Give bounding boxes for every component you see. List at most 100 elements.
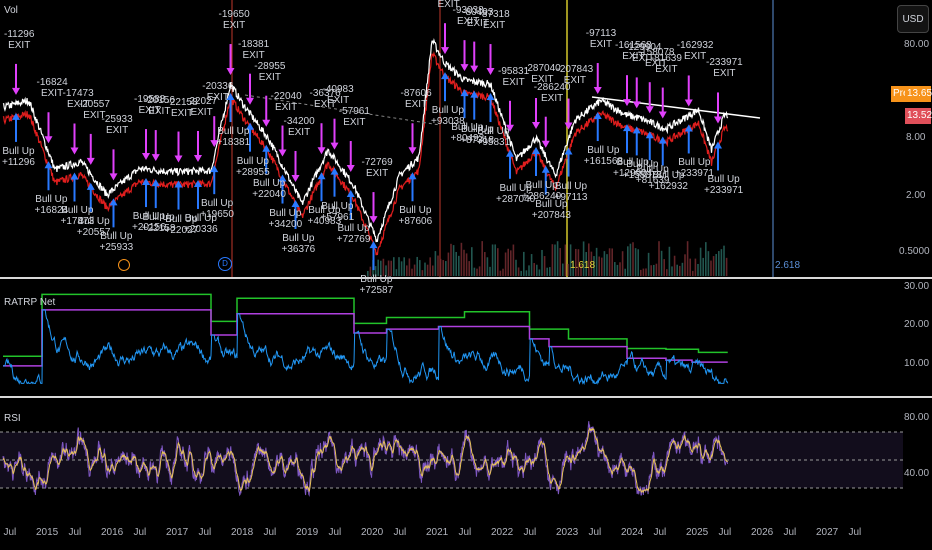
- earnings-marker[interactable]: [118, 259, 130, 271]
- volume-bar: [393, 257, 395, 276]
- volume-bar: [679, 265, 681, 276]
- time-tick: 2023: [556, 527, 579, 538]
- volume-bar: [718, 251, 720, 276]
- time-tick: Jul: [783, 527, 797, 538]
- volume-bar: [510, 250, 512, 276]
- volume-bar: [520, 270, 522, 276]
- exit-label: -87606 EXIT: [401, 88, 432, 110]
- time-tick: Jul: [393, 527, 407, 538]
- exit-amount: -87318: [478, 9, 510, 21]
- exit-arrow-head: [346, 165, 355, 173]
- exit-arrow-head: [532, 122, 540, 129]
- volume-bar: [710, 260, 712, 276]
- time-tick: 2018: [231, 527, 254, 538]
- exit-arrow-head: [44, 136, 53, 144]
- volume-bar: [468, 261, 470, 276]
- volume-bar: [689, 258, 691, 276]
- volume-bar: [486, 257, 489, 276]
- exit-word: EXIT: [40, 88, 64, 100]
- volume-bar: [567, 263, 569, 276]
- exit-arrow-head: [369, 216, 378, 224]
- volume-bar: [476, 268, 478, 276]
- bull-amount: +11296: [1, 156, 35, 168]
- time-tick: Jul: [848, 527, 862, 538]
- exit-label: -57961 EXIT: [339, 106, 370, 128]
- volume-bar: [484, 252, 486, 276]
- bull-amount: +25933: [99, 242, 134, 254]
- time-tick: Jul: [458, 527, 472, 538]
- bull-word: Bull Up: [587, 145, 620, 157]
- exit-amount: -16824: [36, 77, 68, 89]
- rsi-tick: 80.00: [904, 412, 930, 423]
- bull-arrow-head: [564, 147, 573, 155]
- ratrp-tick: 10.00: [904, 358, 930, 369]
- volume-bar: [549, 267, 551, 276]
- bull-arrow-head: [70, 172, 79, 180]
- fib-label-2618: 2.618: [775, 260, 801, 271]
- volume-bar: [653, 264, 655, 276]
- pane-separator[interactable]: [0, 277, 932, 279]
- volume-bar: [551, 244, 554, 276]
- bull-arrow-head: [109, 198, 118, 206]
- pane-separator[interactable]: [0, 396, 932, 398]
- volume-bar: [543, 256, 546, 276]
- time-tick: 2020: [361, 527, 384, 538]
- time-tick: 2025: [686, 527, 709, 538]
- volume-bar: [491, 244, 494, 276]
- bull-amount: +87606: [398, 216, 433, 228]
- volume-bar: [421, 270, 424, 276]
- time-tick: 2027: [816, 527, 839, 538]
- ratrp-tick: 30.00: [904, 281, 930, 292]
- exit-arrow-head: [226, 68, 235, 76]
- bull-amount: +233971: [704, 185, 744, 197]
- volume-bar: [499, 270, 502, 276]
- bull-word: Bull Up: [269, 207, 302, 219]
- exit-arrow-head: [408, 147, 417, 155]
- chart-canvas[interactable]: [0, 0, 932, 550]
- exit-arrow-head: [684, 99, 693, 107]
- exit-arrow-head: [541, 140, 550, 148]
- volume-bar: [603, 251, 606, 276]
- exit-label: -11296 EXIT: [4, 29, 34, 51]
- exit-amount: -25933: [101, 114, 133, 126]
- volume-bar: [536, 264, 538, 276]
- volume-bar: [403, 257, 405, 276]
- bull-word: Bull Up: [61, 205, 94, 217]
- exit-amount: -40983: [322, 83, 354, 95]
- volume-bar: [445, 261, 447, 276]
- exit-arrow-head: [291, 174, 300, 182]
- volume-bar: [556, 241, 559, 276]
- exit-arrow-head: [623, 99, 631, 107]
- exit-amount: -20336: [202, 81, 234, 93]
- bull-amount: +18381: [216, 137, 251, 149]
- rsi-tick: 40.00: [904, 468, 930, 479]
- time-tick: Jul: [588, 527, 602, 538]
- dividend-marker[interactable]: D: [218, 257, 232, 271]
- bull-arrow-head: [441, 72, 449, 80]
- exit-word: EXIT: [242, 49, 265, 61]
- volume-bar: [673, 255, 676, 276]
- volume-bar: [481, 241, 483, 276]
- volume-bar: [497, 248, 499, 276]
- volume-bar: [538, 269, 541, 276]
- exit-word: EXIT: [482, 20, 506, 32]
- time-tick: 2022: [491, 527, 514, 538]
- volume-bar: [684, 254, 686, 276]
- volume-bar: [616, 264, 619, 276]
- volume-bar: [723, 245, 725, 276]
- bull-word: Bull Up: [2, 145, 35, 157]
- volume-bar: [507, 248, 509, 276]
- volume-bar: [686, 241, 689, 276]
- volume-bar: [702, 257, 704, 276]
- volume-bar: [515, 259, 517, 276]
- exit-label: -19650 EXIT: [219, 9, 250, 31]
- exit-label: -28955 EXIT: [254, 61, 285, 83]
- volume-bar: [494, 244, 496, 276]
- bull-up-label: Bull Up +95831: [477, 126, 511, 148]
- currency-button[interactable]: USD: [897, 5, 929, 33]
- volume-bar: [426, 264, 429, 276]
- bull-word: Bull Up: [525, 180, 558, 191]
- exit-amount: -57961: [338, 106, 370, 118]
- time-tick: 2021: [426, 527, 449, 538]
- exit-amount: -87606: [400, 88, 432, 100]
